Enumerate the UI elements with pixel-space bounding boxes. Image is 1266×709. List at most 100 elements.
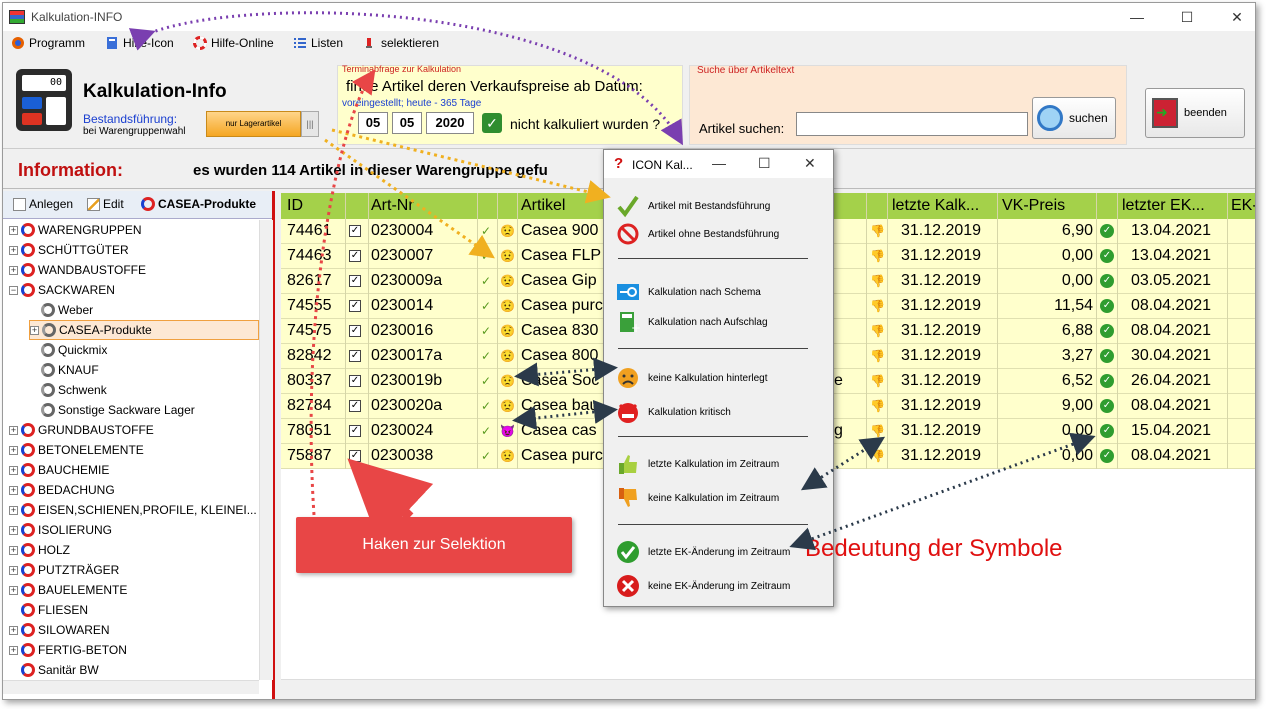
legend-item: + Kalkulation nach Aufschlag xyxy=(616,310,768,334)
group-icon xyxy=(21,543,35,557)
expand-toggle[interactable]: + xyxy=(9,265,18,275)
cell-letzte-kalk: 31.12.2019 xyxy=(901,447,982,464)
expand-toggle[interactable]: + xyxy=(9,645,18,655)
col-ek[interactable]: EK- xyxy=(1231,197,1255,215)
dialog-maximize-button[interactable]: ☐ xyxy=(758,155,771,172)
edit-button[interactable]: Edit xyxy=(87,197,124,211)
expand-toggle[interactable]: + xyxy=(9,525,18,535)
tree-item[interactable]: Sonstige Sackware Lager xyxy=(29,400,195,420)
col-art-nr[interactable]: Art-Nr xyxy=(371,197,414,215)
thumbs-down-icon: 👎 xyxy=(870,424,885,438)
thumbs-down-icon: 👎 xyxy=(870,399,885,413)
month-field[interactable]: 05 xyxy=(392,112,422,134)
col-vk-preis[interactable]: VK-Preis xyxy=(1002,197,1065,215)
exit-button[interactable]: beenden xyxy=(1145,88,1245,138)
search-button[interactable]: suchen xyxy=(1032,97,1116,139)
select-checkbox[interactable]: ✓ xyxy=(349,225,361,237)
tree-item[interactable]: Quickmix xyxy=(29,340,107,360)
select-checkbox[interactable]: ✓ xyxy=(349,425,361,437)
tree-item[interactable]: + GRUNDBAUSTOFFE xyxy=(9,420,154,440)
select-checkbox[interactable]: ✓ xyxy=(349,375,361,387)
expand-toggle[interactable]: + xyxy=(9,245,18,255)
expand-toggle[interactable]: + xyxy=(9,545,18,555)
dialog-minimize-button[interactable]: — xyxy=(712,155,726,171)
tree-item[interactable]: + ISOLIERUNG xyxy=(9,520,112,540)
day-field[interactable]: 05 xyxy=(358,112,388,134)
select-checkbox[interactable]: ✓ xyxy=(349,300,361,312)
year-field[interactable]: 2020 xyxy=(426,112,474,134)
expand-toggle[interactable]: + xyxy=(9,425,18,435)
tree-item[interactable]: − SACKWAREN xyxy=(9,280,115,300)
tree-item[interactable]: + BAUCHEMIE xyxy=(9,460,109,480)
expand-toggle[interactable]: + xyxy=(9,485,18,495)
expand-toggle[interactable]: + xyxy=(9,625,18,635)
sad-face-icon: 😟 xyxy=(500,449,515,463)
expand-toggle[interactable]: + xyxy=(9,225,18,235)
tree-item[interactable]: KNAUF xyxy=(29,360,99,380)
col-letzte-kalk[interactable]: letzte Kalk... xyxy=(892,197,979,215)
select-checkbox[interactable]: ✓ xyxy=(349,400,361,412)
tree-item-label: Sonstige Sackware Lager xyxy=(58,403,195,417)
menu-listen[interactable]: Listen xyxy=(293,36,343,50)
menu-hilfe-icon[interactable]: Hilfe-Icon xyxy=(105,36,174,50)
select-checkbox[interactable]: ✓ xyxy=(349,325,361,337)
tree-horizontal-scrollbar[interactable] xyxy=(3,680,259,694)
search-input[interactable] xyxy=(796,112,1028,136)
tree-item[interactable]: FLIESEN xyxy=(9,600,88,620)
close-button[interactable]: ✕ xyxy=(1227,7,1247,27)
group-icon xyxy=(21,623,35,637)
select-checkbox[interactable]: ✓ xyxy=(349,250,361,262)
lager-toggle-button[interactable]: nur Lagerartikel xyxy=(206,111,301,137)
cell-artikel: Casea 800 xyxy=(521,347,599,364)
grid-column-divider xyxy=(368,193,369,469)
tree-item[interactable]: + EISEN,SCHIENEN,PROFILE, KLEINEI... xyxy=(9,500,257,520)
anlegen-button[interactable]: Anlegen xyxy=(13,197,73,211)
tree-item[interactable]: Sanitär BW xyxy=(9,660,99,680)
tree-item[interactable]: + BEDACHUNG xyxy=(9,480,115,500)
grid-horizontal-scrollbar[interactable] xyxy=(281,679,1255,693)
stock-check-icon: ✓ xyxy=(481,374,492,388)
expand-toggle[interactable]: + xyxy=(9,565,18,575)
tree-item[interactable]: + BAUELEMENTE xyxy=(9,580,127,600)
tree-item[interactable]: + SCHÜTTGÜTER xyxy=(9,240,129,260)
menu-selektieren[interactable]: selektieren xyxy=(363,36,439,50)
expand-toggle[interactable]: − xyxy=(9,285,18,295)
col-id[interactable]: ID xyxy=(287,197,303,215)
tree-item[interactable]: Weber xyxy=(29,300,93,320)
expand-toggle[interactable]: + xyxy=(9,585,18,595)
group-icon xyxy=(21,643,35,657)
cell-id: 80337 xyxy=(287,372,332,389)
tree-item[interactable]: + SILOWAREN xyxy=(9,620,110,640)
menu-programm[interactable]: Programm xyxy=(11,36,85,50)
col-artikel[interactable]: Artikel xyxy=(521,197,565,215)
tree-vertical-scrollbar[interactable] xyxy=(259,220,273,680)
lifebuoy-icon xyxy=(193,36,207,50)
app-icon xyxy=(9,10,25,24)
expand-toggle[interactable]: + xyxy=(9,505,18,515)
tree-item[interactable]: + PUTZTRÄGER xyxy=(9,560,119,580)
tree-item[interactable]: + BETONELEMENTE xyxy=(9,440,144,460)
tree-item[interactable]: + HOLZ xyxy=(9,540,70,560)
tree-item[interactable]: + FERTIG-BETON xyxy=(9,640,127,660)
tree-item[interactable]: + WANDBAUSTOFFE xyxy=(9,260,146,280)
termin-default-note: voreingestellt; heute - 365 Tage xyxy=(342,98,482,109)
expand-toggle[interactable]: + xyxy=(9,465,18,475)
lager-toggle-handle[interactable]: ||| xyxy=(301,111,319,137)
maximize-button[interactable]: ☐ xyxy=(1177,7,1197,27)
expand-toggle[interactable]: + xyxy=(30,325,39,335)
select-checkbox[interactable]: ✓ xyxy=(349,350,361,362)
termin-question: finde Artikel deren Verkaufspreise ab Da… xyxy=(346,78,643,95)
dialog-close-button[interactable]: ✕ xyxy=(804,155,816,172)
tree-item[interactable]: + WARENGRUPPEN xyxy=(9,220,142,240)
tree-item[interactable]: + CASEA-Produkte xyxy=(29,320,259,340)
tree-item[interactable]: Schwenk xyxy=(29,380,107,400)
check-icon[interactable]: ✓ xyxy=(482,113,502,133)
menu-hilfe-online[interactable]: Hilfe-Online xyxy=(193,36,274,50)
minimize-button[interactable]: — xyxy=(1127,7,1147,27)
col-letzter-ek[interactable]: letzter EK... xyxy=(1122,197,1205,215)
expand-toggle[interactable]: + xyxy=(9,445,18,455)
tree-item-label: FLIESEN xyxy=(38,603,89,617)
select-checkbox[interactable]: ✓ xyxy=(349,450,361,462)
select-checkbox[interactable]: ✓ xyxy=(349,275,361,287)
menu-label: Hilfe-Online xyxy=(211,36,274,50)
